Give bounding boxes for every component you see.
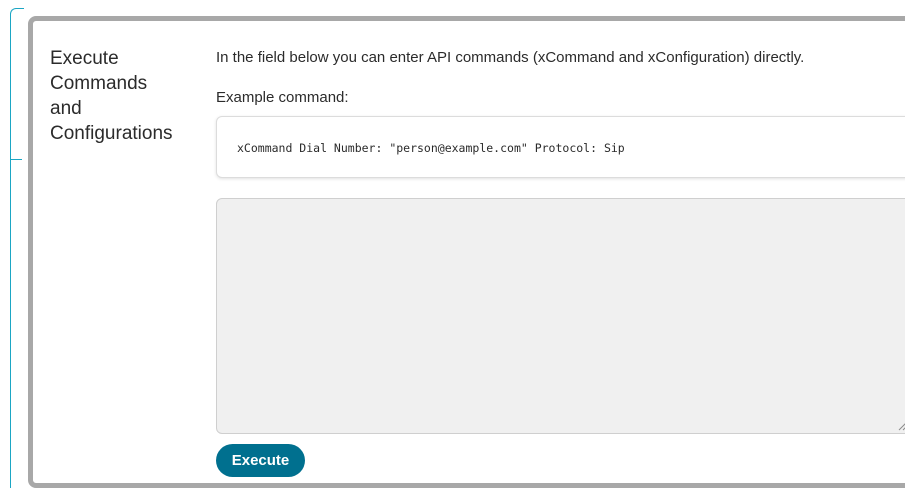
card-content: In the field below you can enter API com… [213,21,905,483]
execute-commands-card: Execute Commands and Configurations In t… [28,16,905,488]
execute-button[interactable]: Execute [216,444,305,477]
bracket-notch [11,159,22,160]
section-bracket [10,8,24,488]
example-command-label: Example command: [216,89,349,106]
section-title: Execute Commands and Configurations [50,48,173,144]
example-command-code: xCommand Dial Number: "person@example.co… [237,141,625,155]
command-input[interactable] [216,198,905,434]
resize-grip-icon[interactable] [897,421,905,431]
page: Execute Commands and Configurations In t… [0,0,905,495]
example-command-box: xCommand Dial Number: "person@example.co… [216,116,905,178]
intro-text: In the field below you can enter API com… [216,49,805,66]
